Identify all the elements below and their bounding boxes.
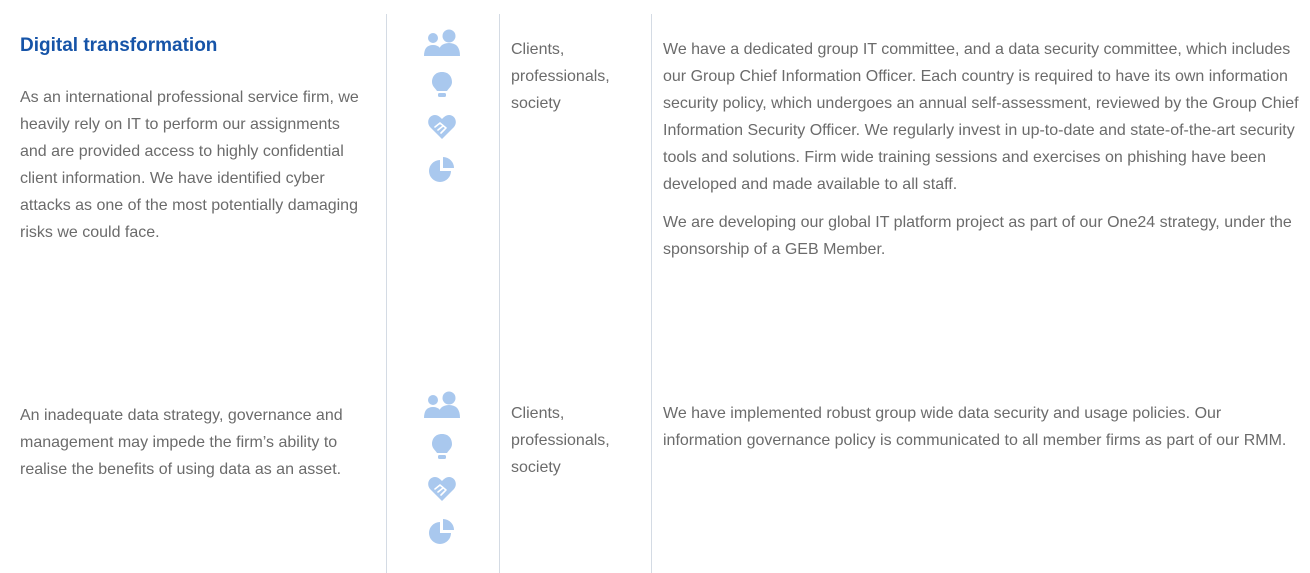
lightbulb-icon — [419, 70, 465, 102]
people-icon — [419, 28, 465, 60]
column-divider — [651, 14, 652, 573]
risk-description: An inadequate data strategy, governance … — [20, 407, 343, 478]
measure-paragraph: We are developing our global IT platform… — [663, 214, 1292, 258]
handshake-heart-icon — [419, 474, 465, 506]
mitigation-measures: We have implemented robust group wide da… — [663, 400, 1303, 465]
measure-paragraph: We have a dedicated group IT committee, … — [663, 41, 1299, 193]
lightbulb-icon — [419, 432, 465, 464]
pie-chart-icon — [419, 154, 465, 186]
mitigation-measures: We have a dedicated group IT committee, … — [663, 36, 1303, 274]
stakeholder-icons — [419, 28, 465, 196]
stakeholders-label: Clients, professionals, society — [511, 405, 610, 476]
stakeholder-icons — [419, 390, 465, 558]
column-divider — [499, 14, 500, 573]
column-divider — [386, 14, 387, 573]
stakeholders-label: Clients, professionals, society — [511, 41, 610, 112]
risk-description: As an international professional service… — [20, 89, 359, 241]
measure-paragraph: We have implemented robust group wide da… — [663, 405, 1287, 449]
people-icon — [419, 390, 465, 422]
pie-chart-icon — [419, 516, 465, 548]
handshake-heart-icon — [419, 112, 465, 144]
section-title: Digital transformation — [20, 35, 218, 56]
